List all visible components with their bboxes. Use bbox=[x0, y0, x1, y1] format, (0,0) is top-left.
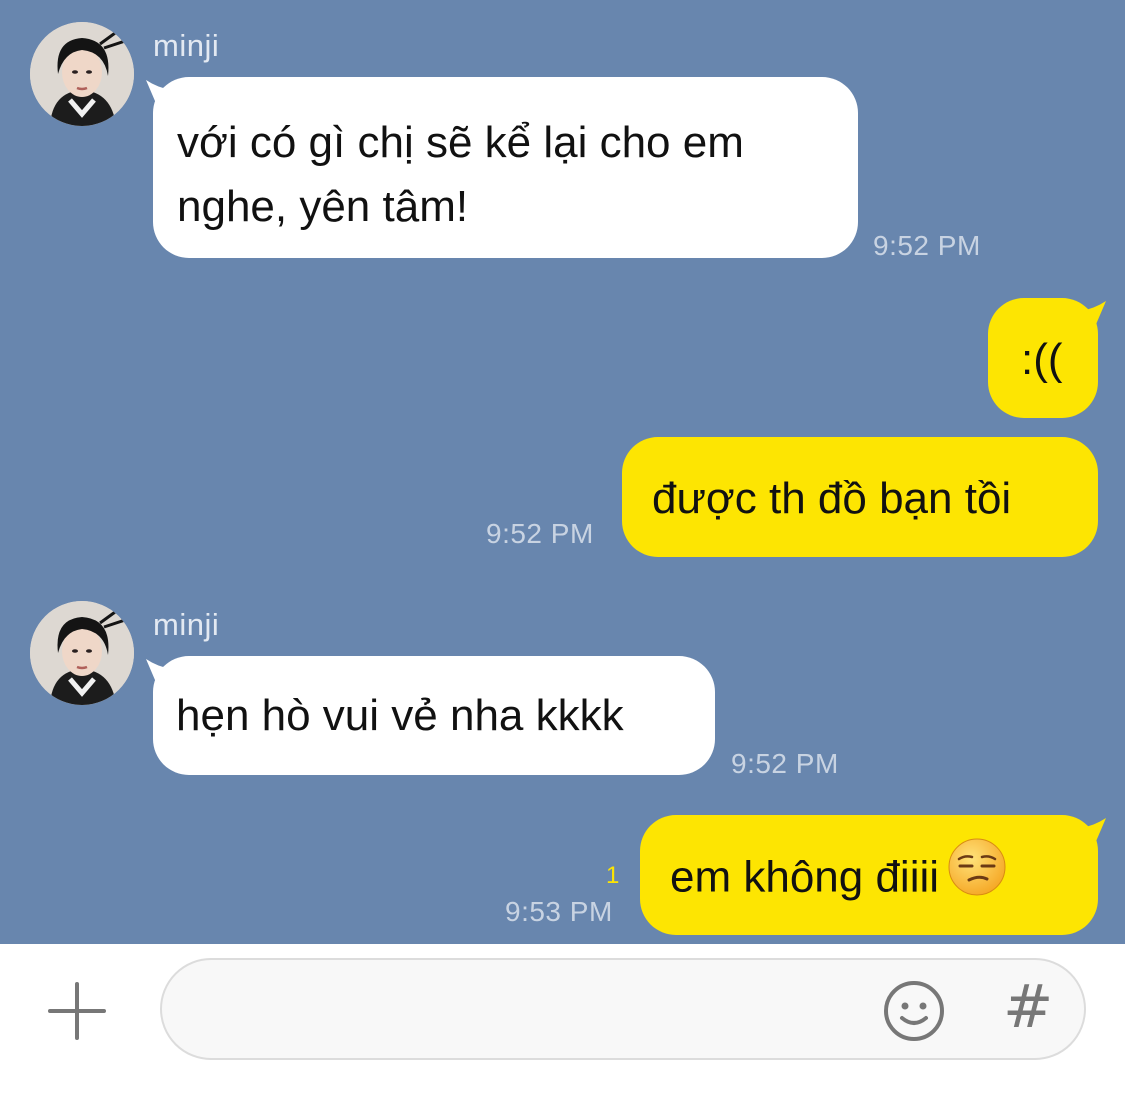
avatar[interactable] bbox=[30, 22, 134, 126]
message-text: nghe, yên tâm! bbox=[177, 182, 469, 231]
hashtag-button[interactable]: # bbox=[1003, 972, 1053, 1042]
message-bubble[interactable]: với có gì chị sẽ kể lại cho em nghe, yên… bbox=[153, 77, 858, 258]
message-text: với có gì chị sẽ kể lại cho em bbox=[177, 118, 744, 167]
message-bubble[interactable]: em không điiii bbox=[640, 815, 1098, 935]
message-bubble[interactable]: hẹn hò vui vẻ nha kkkk bbox=[153, 656, 715, 775]
avatar-photo bbox=[30, 601, 134, 705]
unread-count: 1 bbox=[606, 862, 620, 889]
bubble-tail bbox=[1080, 301, 1106, 329]
sender-name: minji bbox=[153, 607, 220, 642]
message-bubble[interactable]: được th đồ bạn tồi bbox=[622, 437, 1098, 557]
message-text: em không điiii bbox=[670, 852, 940, 902]
unamused-face-icon bbox=[947, 837, 1007, 915]
bubble-tail bbox=[1080, 818, 1106, 846]
avatar[interactable] bbox=[30, 601, 134, 705]
plus-icon[interactable] bbox=[48, 982, 106, 1040]
message-time: 9:52 PM bbox=[731, 748, 839, 779]
message-text: được th đồ bạn tồi bbox=[652, 474, 1012, 523]
message-text: hẹn hò vui vẻ nha kkkk bbox=[176, 691, 624, 740]
message-text: :(( bbox=[1021, 335, 1063, 384]
smiley-icon[interactable] bbox=[883, 980, 945, 1042]
message-time: 9:52 PM bbox=[873, 230, 981, 261]
chat-area[interactable]: minji với có gì chị sẽ kể lại cho em ngh… bbox=[0, 0, 1125, 944]
sender-name: minji bbox=[153, 28, 220, 63]
message-time: 9:53 PM bbox=[505, 896, 613, 927]
message-input[interactable] bbox=[160, 958, 1086, 1060]
message-time: 9:52 PM bbox=[486, 518, 594, 549]
avatar-photo bbox=[30, 22, 134, 126]
